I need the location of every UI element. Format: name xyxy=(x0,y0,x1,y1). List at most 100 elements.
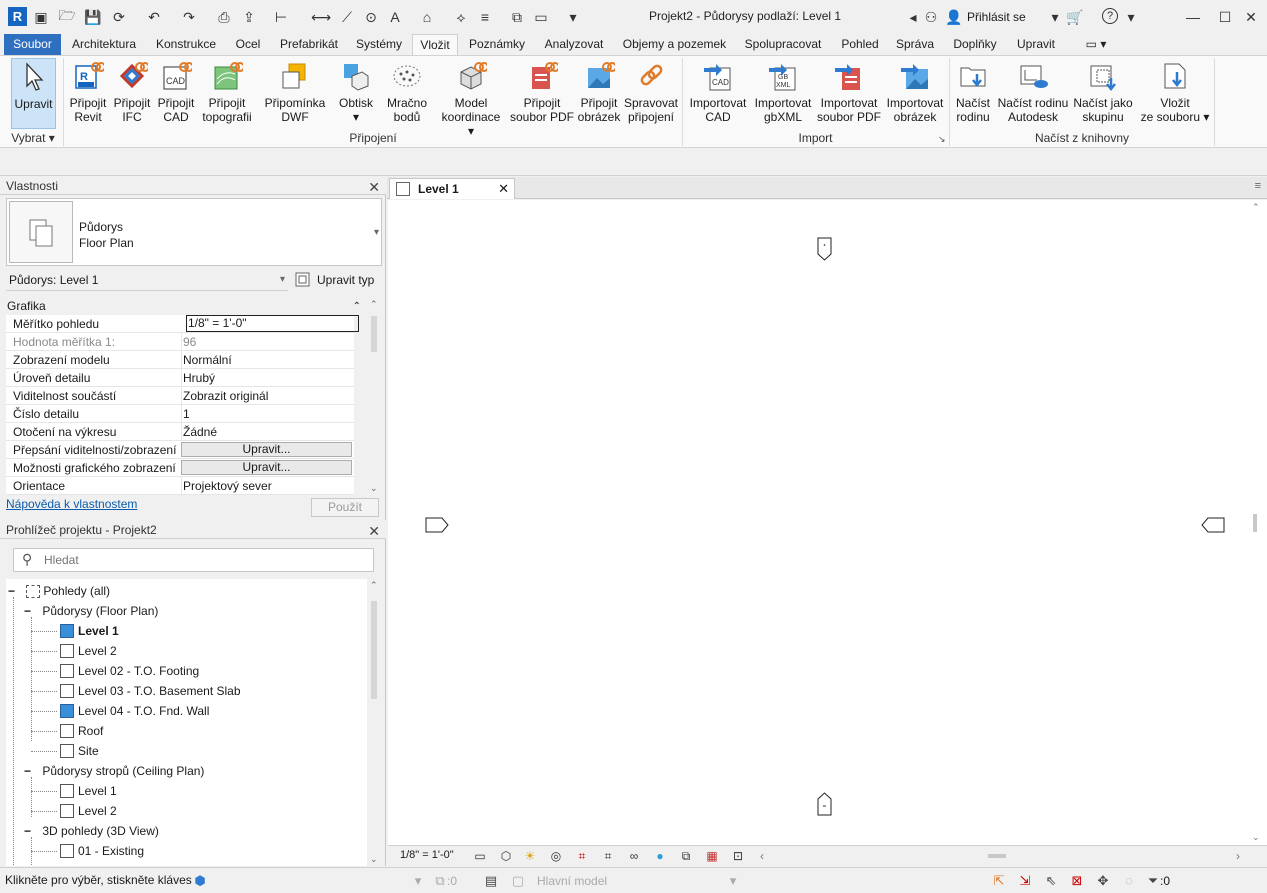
redo-icon[interactable]: ↷ xyxy=(180,8,198,26)
scroll-thumb[interactable] xyxy=(1253,514,1257,532)
view-scale-field[interactable]: 1/8" = 1'-0" xyxy=(186,315,359,332)
worksets-icon[interactable]: ▤ xyxy=(482,872,500,890)
user-icon[interactable]: 👤 xyxy=(945,8,963,26)
east-elevation-marker-icon[interactable] xyxy=(1200,516,1226,534)
section-icon[interactable]: ⟡ xyxy=(452,8,470,26)
home-icon[interactable]: ▣ xyxy=(32,8,50,26)
text-annotation-icon[interactable]: ⊙ xyxy=(362,8,380,26)
link-pdf-button[interactable]: Připojit soubor PDF xyxy=(509,58,575,130)
property-row[interactable]: Viditelnost součástí Zobrazit originál xyxy=(6,387,354,405)
close-icon[interactable]: ✕ xyxy=(498,179,509,199)
editable-only-icon[interactable]: ▢ xyxy=(509,872,527,890)
import-pdf-button[interactable]: Importovat soubor PDF xyxy=(816,58,882,130)
load-family-button[interactable]: Načíst rodinu xyxy=(953,58,993,130)
tab-collaborate[interactable]: Spolupracovat xyxy=(738,34,828,55)
tab-manage[interactable]: Správa xyxy=(892,34,938,55)
dwf-markup-button[interactable]: Připomínka DWF xyxy=(260,58,330,130)
property-row[interactable]: Úroveň detailu Hrubý xyxy=(6,369,354,387)
tab-menu-icon[interactable]: ≡ xyxy=(1255,180,1261,192)
link-cad-button[interactable]: CAD Připojit CAD xyxy=(155,58,197,130)
help-dropdown-icon[interactable]: ▾ xyxy=(1122,8,1140,26)
link-revit-button[interactable]: R Připojit Revit xyxy=(67,58,109,130)
default-3d-view-icon[interactable]: ⌂ xyxy=(418,8,436,26)
temporary-view-properties-icon[interactable]: ▦ xyxy=(704,849,720,864)
tree-group-3d-views[interactable]: − 3D pohledy (3D View) xyxy=(24,821,159,841)
tab-view[interactable]: Pohled xyxy=(835,34,885,55)
drawing-canvas[interactable] xyxy=(388,200,1246,845)
save-icon[interactable]: 💾 xyxy=(84,8,102,26)
help-icon[interactable]: ? xyxy=(1102,8,1118,24)
north-elevation-marker-icon[interactable] xyxy=(816,236,834,262)
tab-analyze[interactable]: Analyzovat xyxy=(538,34,610,55)
canvas-scrollbar-vertical[interactable]: ⌃ ⌄ xyxy=(1246,200,1267,845)
reveal-constraints-icon[interactable]: ⊡ xyxy=(730,849,746,864)
link-ifc-button[interactable]: Připojit IFC xyxy=(111,58,153,130)
close-icon[interactable]: ✕ xyxy=(368,522,380,540)
decal-button[interactable]: Obtisk ▾ xyxy=(334,58,378,130)
tree-item-level-1[interactable]: Level 1 xyxy=(60,621,119,641)
load-as-group-button[interactable]: Načíst jako skupinu xyxy=(1072,58,1134,130)
tab-steel[interactable]: Ocel xyxy=(230,34,266,55)
load-autodesk-family-button[interactable]: Načíst rodinu Autodesk xyxy=(995,58,1071,130)
binoculars-icon[interactable]: ⚇ xyxy=(922,8,940,26)
tab-modify[interactable]: Upravit xyxy=(1011,34,1061,55)
customize-qat-icon[interactable]: ▾ xyxy=(564,8,582,26)
insert-from-file-button[interactable]: Vložit ze souboru ▾ xyxy=(1140,58,1210,130)
text-icon[interactable]: A xyxy=(386,8,404,26)
import-image-button[interactable]: Importovat obrázek xyxy=(884,58,946,130)
thin-lines-icon[interactable]: ≡ xyxy=(476,8,494,26)
tree-item-ceiling-level-2[interactable]: Level 2 xyxy=(60,801,117,821)
edit-type-button[interactable]: Upravit typ xyxy=(317,273,374,287)
instance-selector[interactable]: Půdorys: Level 1 ▾ xyxy=(6,269,288,291)
property-row[interactable]: Číslo detailu 1 xyxy=(6,405,354,423)
chevron-down-icon[interactable]: ▾ xyxy=(724,872,742,890)
scroll-thumb[interactable] xyxy=(371,601,377,699)
sign-in-link[interactable]: Přihlásit se xyxy=(967,10,1026,24)
edit-vg-overrides-button[interactable]: Upravit... xyxy=(181,442,352,457)
tab-precast[interactable]: Prefabrikát xyxy=(274,34,344,55)
show-crop-region-icon[interactable]: ⌗ xyxy=(600,849,616,864)
scroll-down-icon[interactable]: ⌄ xyxy=(370,854,378,865)
tree-item-roof[interactable]: Roof xyxy=(60,721,103,741)
minimize-icon[interactable]: — xyxy=(1184,8,1202,26)
tab-file[interactable]: Soubor xyxy=(4,34,61,55)
drag-elements-icon[interactable]: ✥ xyxy=(1094,872,1112,890)
import-cad-button[interactable]: CAD Importovat CAD xyxy=(686,58,750,130)
import-settings-icon[interactable]: ↘ xyxy=(938,134,946,145)
apply-button[interactable]: Použít xyxy=(311,498,379,517)
open-icon[interactable]: 🗁 xyxy=(58,7,76,26)
scroll-up-icon[interactable]: ⌃ xyxy=(370,580,378,591)
close-hidden-icon[interactable]: ⧉ xyxy=(508,8,526,26)
search-input[interactable] xyxy=(44,552,364,568)
revit-logo-icon[interactable]: R xyxy=(8,7,27,26)
edit-graphic-display-button[interactable]: Upravit... xyxy=(181,460,352,475)
shadows-icon[interactable]: ◎ xyxy=(548,849,564,864)
switch-windows-icon[interactable]: ▭ xyxy=(532,8,550,26)
property-row[interactable]: Otočení na výkresu Žádné xyxy=(6,423,354,441)
scroll-right-icon[interactable]: › xyxy=(1230,849,1246,864)
select-by-face-icon[interactable]: ⊠ xyxy=(1068,872,1086,890)
export-icon[interactable]: ⇪ xyxy=(240,8,258,26)
tab-annotate[interactable]: Poznámky xyxy=(463,34,531,55)
scroll-down-icon[interactable]: ⌄ xyxy=(1252,832,1260,843)
modify-button[interactable]: Upravit xyxy=(11,58,56,129)
select-panel-label[interactable]: Vybrat ▾ xyxy=(6,131,60,147)
chevron-left-icon[interactable]: ◂ xyxy=(904,8,922,26)
tag-icon[interactable]: ⟋ xyxy=(338,8,356,26)
edit-type-icon[interactable] xyxy=(294,271,314,289)
select-underlay-icon[interactable]: ⇲ xyxy=(1016,872,1034,890)
import-gbxml-button[interactable]: GB XML Importovat gbXML xyxy=(751,58,815,130)
south-elevation-marker-icon[interactable] xyxy=(816,791,834,817)
select-pinned-icon[interactable]: ⇖ xyxy=(1042,872,1060,890)
collapse-icon[interactable]: − xyxy=(24,604,31,618)
tab-insert[interactable]: Vložit xyxy=(412,34,458,55)
collapse-icon[interactable]: − xyxy=(24,824,31,838)
cart-icon[interactable]: 🛒 xyxy=(1066,8,1084,26)
chevron-down-icon[interactable]: ▾ xyxy=(1046,8,1064,26)
active-model-selector[interactable]: Hlavní model xyxy=(537,874,607,888)
tree-item-ceiling-level-1[interactable]: Level 1 xyxy=(60,781,117,801)
background-processes-icon[interactable]: ◌ xyxy=(1120,872,1138,890)
undo-icon[interactable]: ↶ xyxy=(145,8,163,26)
crop-view-icon[interactable]: ⌗ xyxy=(574,849,590,864)
reveal-hidden-icon[interactable]: ⧉ xyxy=(678,849,694,864)
